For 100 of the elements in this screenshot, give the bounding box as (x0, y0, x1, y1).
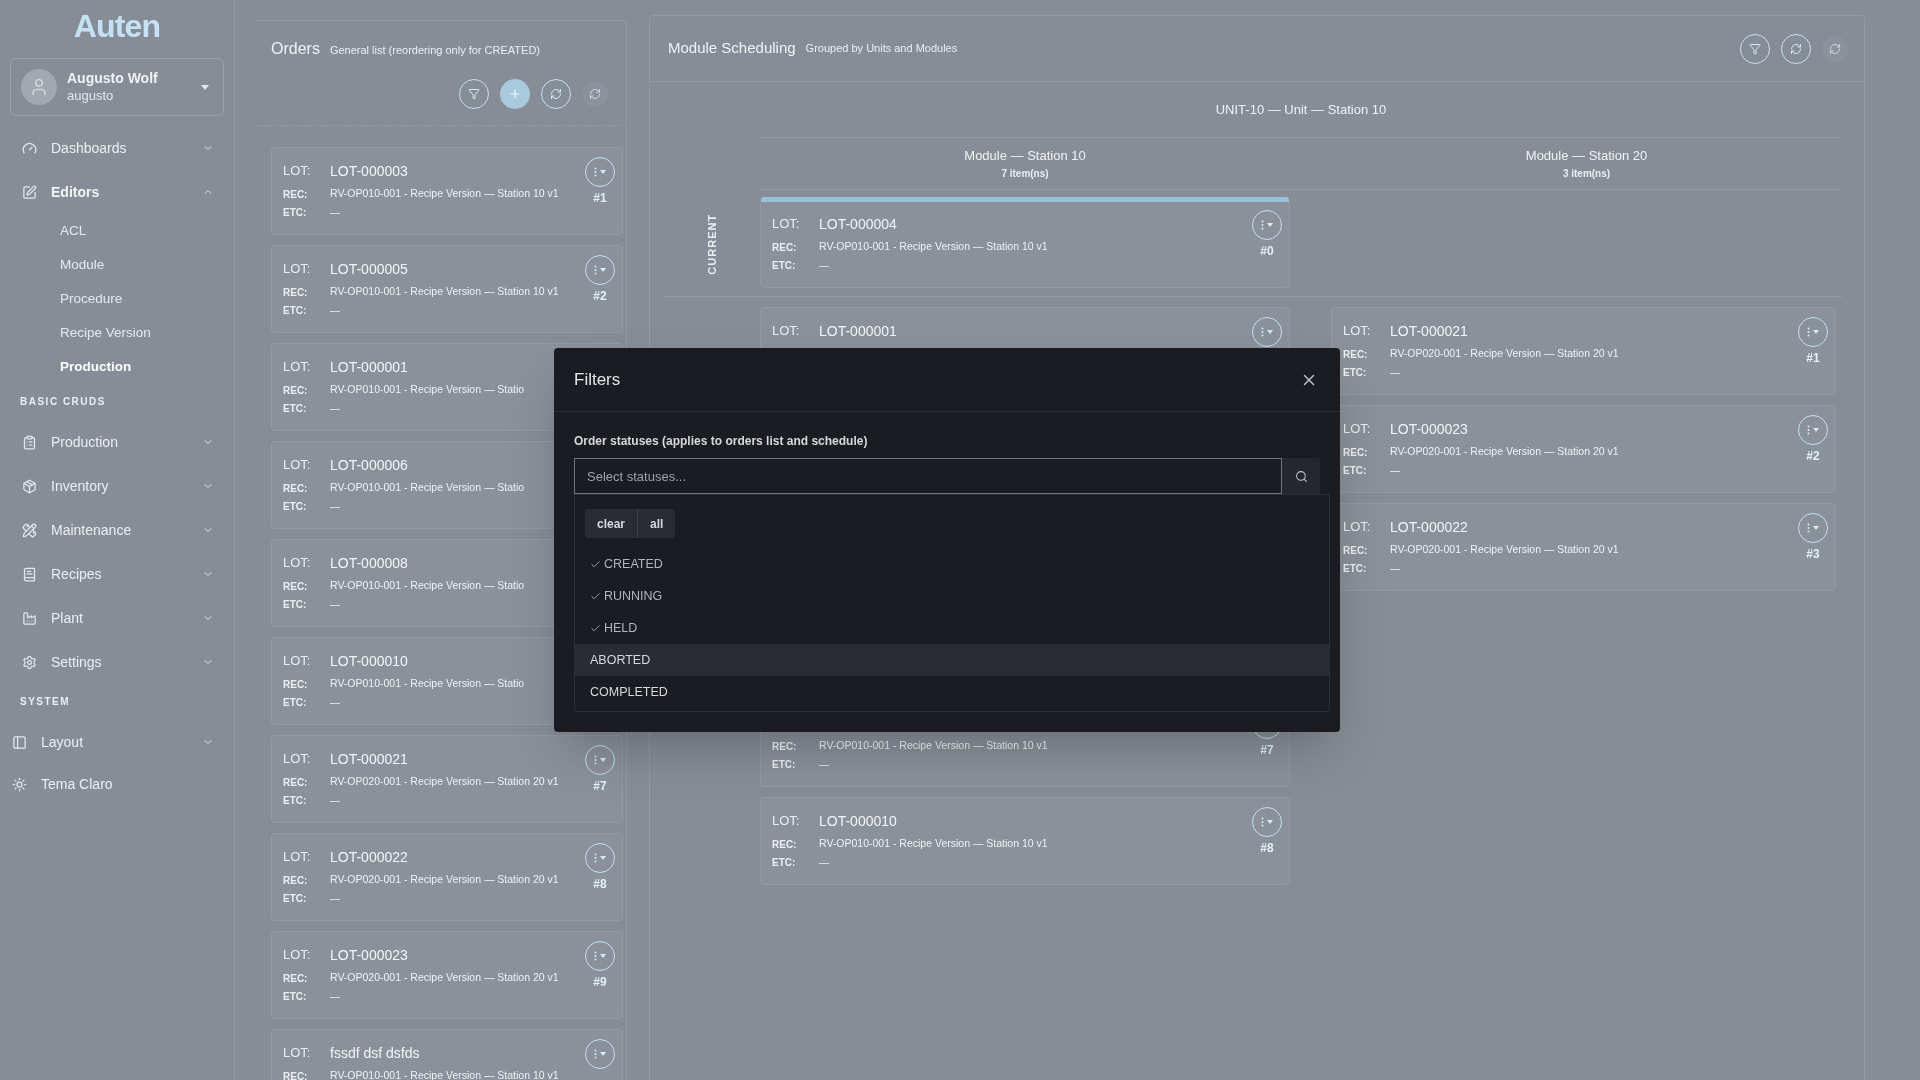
lot-label: LOT: (772, 812, 801, 831)
nav-subitem[interactable]: Production (10, 350, 224, 384)
etc-value: — (330, 695, 340, 710)
order-card[interactable]: LOT: LOT-000004 REC: RV-OP010-001 - Recipe Version — Station 10 v1 ETC: — #0 (760, 200, 1290, 288)
recipe-text: RV-OP020-001 - Recipe Version — Station 20 v1 (1390, 444, 1619, 460)
refresh-icon (589, 88, 601, 100)
clipboard-icon (22, 434, 37, 450)
nav-item[interactable]: Recipes (10, 552, 224, 596)
kebab-icon (594, 265, 597, 275)
panel-subtitle: General list (reordering only for CREATED) (329, 43, 540, 58)
lot-label: LOT: (283, 848, 312, 867)
sync-button[interactable] (582, 81, 608, 107)
nav-item[interactable]: Dashboards (10, 126, 224, 170)
rec-label: REC: (283, 383, 309, 398)
user-card[interactable]: Augusto Wolf augusto (10, 58, 224, 116)
lot-label: LOT: (772, 322, 801, 341)
order-card[interactable]: LOT: LOT-000023 REC: RV-OP020-001 - Recipe Version — Station 20 v1 ETC: — #9 (271, 931, 623, 1019)
rec-label: REC: (283, 873, 309, 888)
nav-subitem[interactable]: Recipe Version (10, 316, 224, 350)
nav-subitem[interactable]: Procedure (10, 282, 224, 316)
recipe-text: RV-OP020-001 - Recipe Version — Station 20 v1 (1390, 542, 1619, 558)
check-icon (590, 622, 601, 634)
order-card[interactable]: LOT: LOT-000021 REC: RV-OP020-001 - Recipe Version — Station 20 v1 ETC: — #7 (271, 735, 623, 823)
status-option[interactable]: ABORTED (575, 644, 1329, 676)
nav-item[interactable]: Plant (10, 596, 224, 640)
nav-item[interactable]: Editors (10, 170, 224, 214)
filter-icon (468, 88, 480, 100)
caret-icon (201, 84, 209, 90)
etc-value: — (330, 793, 340, 808)
lot-label: LOT: (283, 652, 312, 671)
position-number: #8 (593, 876, 607, 893)
nav-subitem[interactable]: Module (10, 248, 224, 282)
clear-button[interactable]: clear (585, 509, 639, 538)
nav-item[interactable]: Inventory (10, 464, 224, 508)
etc-label: ETC: (283, 303, 308, 318)
nav-subitem[interactable]: ACL (10, 214, 224, 248)
kebab-icon (1807, 327, 1810, 337)
recipe-text: RV-OP010-001 - Recipe Version — Statio (330, 676, 525, 692)
lot-label: LOT: (1343, 322, 1372, 341)
module-title: Module — Station 10 (964, 147, 1086, 166)
rec-label: REC: (772, 739, 798, 754)
select-all-button[interactable]: all (638, 509, 676, 538)
unit-title: UNIT-10 — Unit — Station 10 (1215, 100, 1387, 119)
lot-label: LOT: (1343, 420, 1372, 439)
etc-label: ETC: (283, 205, 308, 220)
etc-value: — (330, 205, 340, 220)
etc-value: — (330, 303, 340, 318)
factory-icon (22, 610, 37, 626)
etc-value: — (819, 757, 829, 772)
recipe-text: RV-OP010-001 - Recipe Version — Station 10 v1 (819, 836, 1048, 852)
rec-label: REC: (1343, 543, 1369, 558)
caret-icon (600, 170, 606, 174)
sync-button[interactable] (1822, 35, 1848, 62)
tools-icon (22, 522, 37, 538)
order-card[interactable]: LOT: LOT-000021 REC: RV-OP020-001 - Recipe Version — Station 20 v1 ETC: — #1 (1331, 307, 1836, 395)
lot-number: LOT-000005 (330, 259, 408, 279)
section-label: SYSTEM (19, 695, 72, 709)
position-number: #1 (593, 190, 607, 207)
rec-label: REC: (283, 579, 309, 594)
etc-label: ETC: (283, 989, 308, 1004)
status-select-field[interactable]: Select statuses... (574, 458, 1282, 494)
order-card[interactable]: LOT: LOT-000022 REC: RV-OP020-001 - Recipe Version — Station 20 v1 ETC: — #8 (271, 833, 623, 921)
etc-value: — (330, 891, 340, 906)
etc-label: ETC: (1343, 561, 1368, 576)
etc-value: — (819, 258, 829, 273)
nav-item[interactable]: Layout (10, 720, 224, 764)
current-label: CURRENT (704, 213, 719, 275)
etc-label: ETC: (772, 757, 797, 772)
recipe-text: RV-OP010-001 - Recipe Version — Station 10 v1 (330, 284, 559, 300)
recipe-text: RV-OP020-001 - Recipe Version — Station 20 v1 (330, 970, 559, 986)
kebab-icon (1261, 327, 1264, 337)
caret-icon (1813, 428, 1819, 432)
user-name: Augusto Wolf (67, 69, 159, 87)
lot-label: LOT: (283, 260, 312, 279)
theme-toggle[interactable]: Tema Claro (10, 764, 224, 804)
order-card[interactable]: LOT: LOT-000005 REC: RV-OP010-001 - Recipe Version — Station 10 v1 ETC: — #2 (271, 245, 623, 333)
order-card[interactable]: LOT: LOT-000003 REC: RV-OP010-001 - Recipe Version — Station 10 v1 ETC: — #1 (271, 147, 623, 235)
lot-label: LOT: (283, 554, 312, 573)
sun-icon (12, 776, 27, 792)
nav-item[interactable]: Production (10, 420, 224, 464)
etc-value: — (330, 499, 340, 514)
nav-item[interactable]: Settings (10, 640, 224, 684)
nav-item[interactable]: Maintenance (10, 508, 224, 552)
panel-title: Module Scheduling (668, 38, 796, 59)
etc-label: ETC: (283, 695, 308, 710)
lot-label: LOT: (283, 750, 312, 769)
refresh-icon (550, 88, 562, 100)
gauge-icon (22, 140, 37, 156)
search-button[interactable] (1282, 458, 1320, 494)
lot-number: LOT-000023 (330, 945, 408, 965)
caret-icon (600, 758, 606, 762)
order-card[interactable]: LOT: LOT-000010 REC: RV-OP010-001 - Recipe Version — Station 10 v1 ETC: — #8 (760, 797, 1290, 885)
rec-label: REC: (772, 240, 798, 255)
caret-icon (1813, 526, 1819, 530)
add-button[interactable] (500, 79, 530, 109)
module-title: Module — Station 20 (1525, 147, 1648, 166)
rec-label: REC: (772, 837, 798, 852)
rec-label: REC: (283, 677, 309, 692)
search-icon (1294, 469, 1308, 483)
lot-number: LOT-000010 (330, 651, 408, 671)
